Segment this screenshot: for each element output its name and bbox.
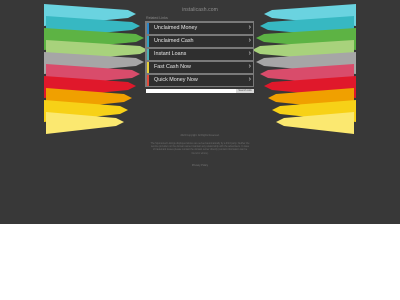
chevron-right-icon: › — [248, 23, 251, 31]
parked-page: instalicash.com Related Links Unclaimed … — [0, 0, 400, 224]
link-label: Fast Cash Now — [154, 64, 191, 70]
related-links-label: Related Links — [146, 16, 168, 20]
related-link-instant-loans[interactable]: Instant Loans › — [147, 49, 253, 60]
site-title: instalicash.com — [182, 7, 218, 13]
chevron-right-icon: › — [248, 75, 251, 83]
related-link-fast-cash-now[interactable]: Fast Cash Now › — [147, 62, 253, 73]
search-button[interactable]: Search Ads — [236, 89, 254, 93]
link-label: Instant Loans — [154, 51, 187, 57]
privacy-policy-link[interactable]: Privacy Policy — [0, 164, 400, 167]
chevron-right-icon: › — [248, 49, 251, 57]
search-input[interactable] — [146, 89, 236, 93]
disclaimer-text: The Sponsored Listings displayed above a… — [150, 142, 250, 155]
copyright-text: 2024 Copyright. All Rights Reserved. — [180, 134, 220, 137]
chevron-right-icon: › — [248, 36, 251, 44]
chevron-right-icon: › — [248, 62, 251, 70]
related-link-quick-money-now[interactable]: Quick Money Now › — [147, 75, 253, 86]
related-link-unclaimed-money[interactable]: Unclaimed Money › — [147, 23, 253, 34]
related-link-unclaimed-cash[interactable]: Unclaimed Cash › — [147, 36, 253, 47]
link-label: Unclaimed Cash — [154, 38, 194, 44]
related-links-list: Unclaimed Money › Unclaimed Cash › Insta… — [145, 21, 254, 87]
link-label: Quick Money Now — [154, 77, 198, 83]
link-label: Unclaimed Money — [154, 25, 198, 31]
